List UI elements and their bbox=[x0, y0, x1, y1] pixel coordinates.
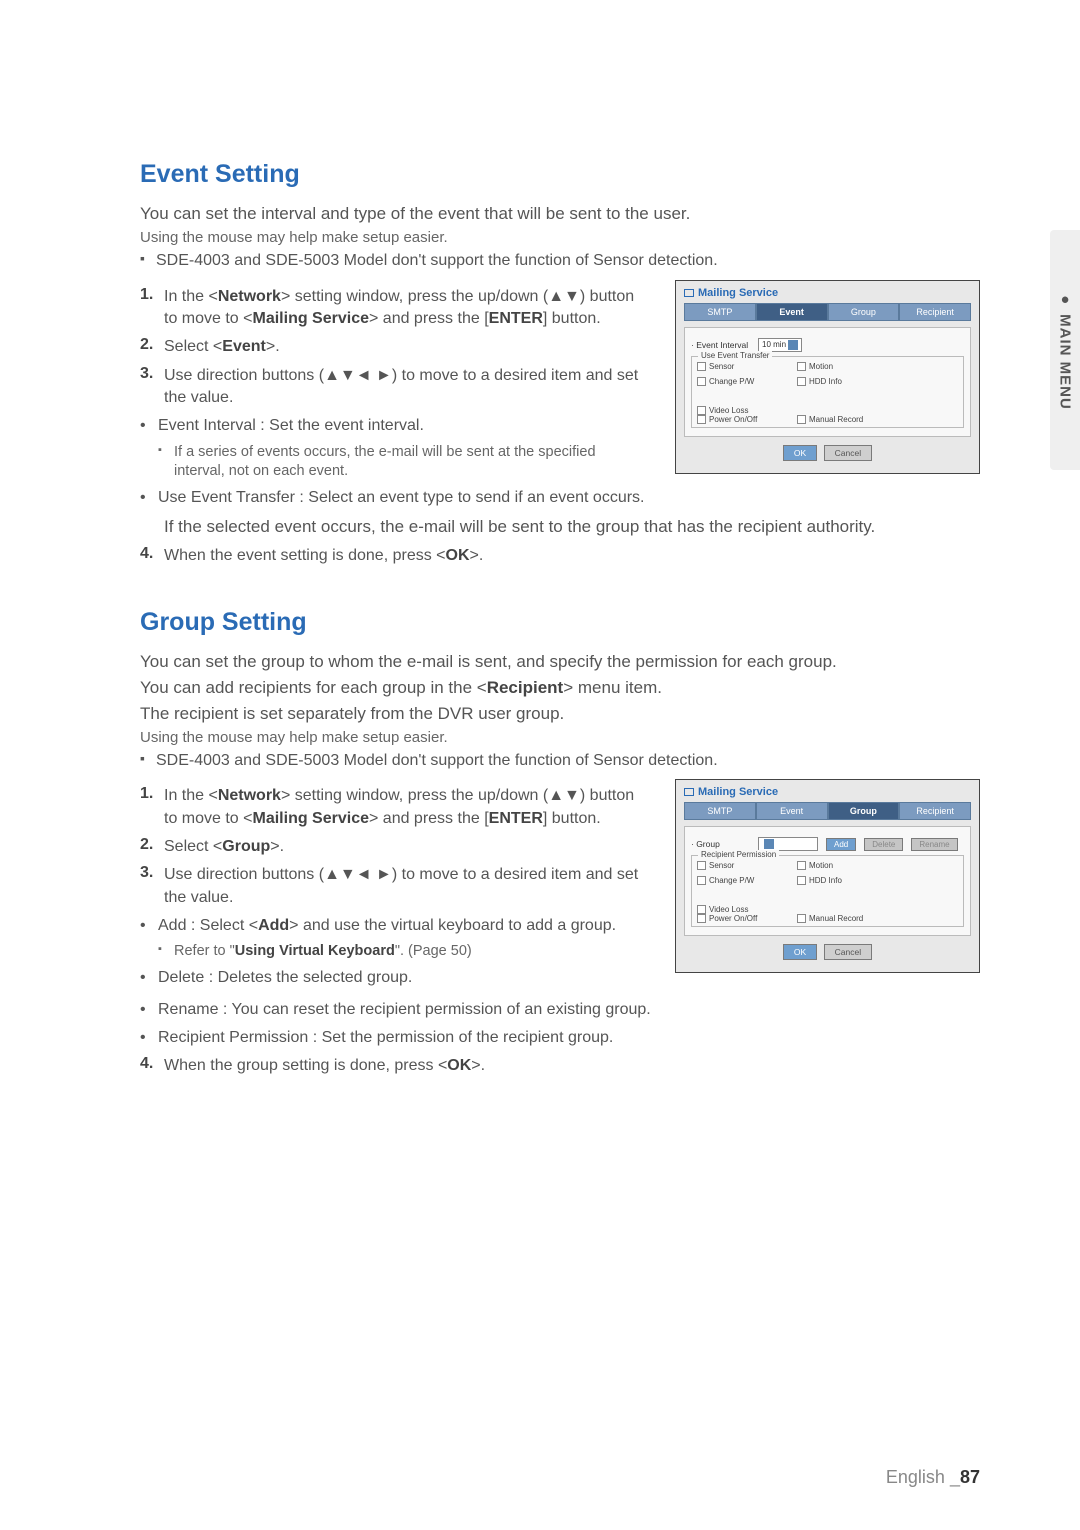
group-sub-delete: •Delete : Deletes the selected group. bbox=[140, 967, 647, 989]
rename-button[interactable]: Rename bbox=[911, 838, 957, 851]
group-note-row: ▪ SDE-4003 and SDE-5003 Model don't supp… bbox=[140, 750, 980, 772]
add-button[interactable]: Add bbox=[826, 838, 856, 851]
tab-smtp[interactable]: SMTP bbox=[684, 303, 756, 321]
ok-button[interactable]: OK bbox=[783, 445, 817, 461]
chk-motion[interactable]: Motion bbox=[797, 362, 877, 371]
tab-group[interactable]: Group bbox=[828, 802, 900, 820]
tab-recipient[interactable]: Recipient bbox=[899, 802, 971, 820]
page-footer: English _87 bbox=[886, 1467, 980, 1488]
group-intro-4: Using the mouse may help make setup easi… bbox=[140, 729, 980, 746]
tab-smtp[interactable]: SMTP bbox=[684, 802, 756, 820]
group-step-4: When the group setting is done, press <O… bbox=[140, 1055, 980, 1077]
mail-icon bbox=[684, 289, 694, 297]
event-step-1: In the <Network> setting window, press t… bbox=[140, 286, 647, 331]
event-intro-2: Using the mouse may help make setup easi… bbox=[140, 229, 980, 246]
cancel-button[interactable]: Cancel bbox=[824, 944, 872, 960]
ok-button[interactable]: OK bbox=[783, 944, 817, 960]
tab-event[interactable]: Event bbox=[756, 303, 828, 321]
chk-change-pw[interactable]: Change P/W bbox=[697, 876, 777, 885]
tab-group[interactable]: Group bbox=[828, 303, 900, 321]
cancel-button[interactable]: Cancel bbox=[824, 445, 872, 461]
chk-power[interactable]: Power On/Off bbox=[697, 415, 777, 424]
chk-hdd-info[interactable]: HDD Info bbox=[797, 876, 877, 885]
mail-icon bbox=[684, 788, 694, 796]
group-intro-2: You can add recipients for each group in… bbox=[140, 677, 980, 700]
event-sub-interval: •Event Interval : Set the event interval… bbox=[140, 415, 647, 437]
event-note-text: SDE-4003 and SDE-5003 Model don't suppor… bbox=[156, 250, 718, 272]
event-note-row: ▪ SDE-4003 and SDE-5003 Model don't supp… bbox=[140, 250, 980, 272]
chk-motion[interactable]: Motion bbox=[797, 861, 877, 870]
side-chapter-tab: ● MAIN MENU bbox=[1050, 230, 1080, 470]
side-chapter-label: ● MAIN MENU bbox=[1057, 291, 1074, 410]
group-sub-permission: •Recipient Permission : Set the permissi… bbox=[140, 1027, 980, 1049]
group-sub-rename: •Rename : You can reset the recipient pe… bbox=[140, 999, 980, 1021]
event-step-4: When the event setting is done, press <O… bbox=[140, 545, 980, 567]
event-interval-label: · Event Interval bbox=[691, 340, 753, 350]
chevron-down-icon bbox=[764, 839, 774, 849]
bullet-square-icon: ▪ bbox=[140, 250, 156, 266]
group-setting-heading: Group Setting bbox=[140, 608, 980, 637]
event-sub-interval-note: ▪If a series of events occurs, the e-mai… bbox=[158, 443, 647, 482]
chk-video-loss[interactable]: Video Loss bbox=[697, 406, 777, 415]
bullet-square-icon: ▪ bbox=[140, 750, 156, 766]
tab-recipient[interactable]: Recipient bbox=[899, 303, 971, 321]
chk-sensor[interactable]: Sensor bbox=[697, 861, 777, 870]
event-interval-dropdown[interactable]: 10 min bbox=[758, 338, 802, 352]
group-intro-1: You can set the group to whom the e-mail… bbox=[140, 651, 980, 674]
group-step-2: Select <Group>. bbox=[140, 836, 647, 858]
group-step-1: In the <Network> setting window, press t… bbox=[140, 785, 647, 830]
chk-hdd-info[interactable]: HDD Info bbox=[797, 377, 877, 386]
tab-event[interactable]: Event bbox=[756, 802, 828, 820]
group-label: · Group bbox=[691, 839, 753, 849]
group-intro-3: The recipient is set separately from the… bbox=[140, 703, 980, 726]
group-dropdown[interactable] bbox=[758, 837, 818, 851]
chk-change-pw[interactable]: Change P/W bbox=[697, 377, 777, 386]
group-sub-add-ref: ▪ Refer to "Using Virtual Keyboard". (Pa… bbox=[158, 942, 647, 962]
event-intro-1: You can set the interval and type of the… bbox=[140, 203, 980, 226]
event-sub-transfer-detail: If the selected event occurs, the e-mail… bbox=[164, 516, 980, 539]
chk-sensor[interactable]: Sensor bbox=[697, 362, 777, 371]
group-screenshot-panel: Mailing Service SMTP Event Group Recipie… bbox=[675, 779, 980, 973]
chevron-down-icon bbox=[788, 340, 798, 350]
event-fieldset-legend: Use Event Transfer bbox=[698, 351, 772, 360]
group-fieldset-legend: Recipient Permission bbox=[698, 850, 779, 859]
chk-manual-record[interactable]: Manual Record bbox=[797, 415, 877, 424]
chk-manual-record[interactable]: Manual Record bbox=[797, 914, 877, 923]
event-sub-transfer: •Use Event Transfer : Select an event ty… bbox=[140, 487, 647, 509]
delete-button[interactable]: Delete bbox=[864, 838, 903, 851]
event-step-3: Use direction buttons (▲▼◄ ►) to move to… bbox=[140, 365, 647, 410]
event-setting-heading: Event Setting bbox=[140, 160, 980, 189]
group-sub-add: • Add : Select <Add> and use the virtual… bbox=[140, 915, 647, 937]
event-step-2: Select <Event>. bbox=[140, 336, 647, 358]
chk-video-loss[interactable]: Video Loss bbox=[697, 905, 777, 914]
event-screenshot-panel: Mailing Service SMTP Event Group Recipie… bbox=[675, 280, 980, 474]
group-note-text: SDE-4003 and SDE-5003 Model don't suppor… bbox=[156, 750, 718, 772]
chk-power[interactable]: Power On/Off bbox=[697, 914, 777, 923]
group-step-3: Use direction buttons (▲▼◄ ►) to move to… bbox=[140, 864, 647, 909]
